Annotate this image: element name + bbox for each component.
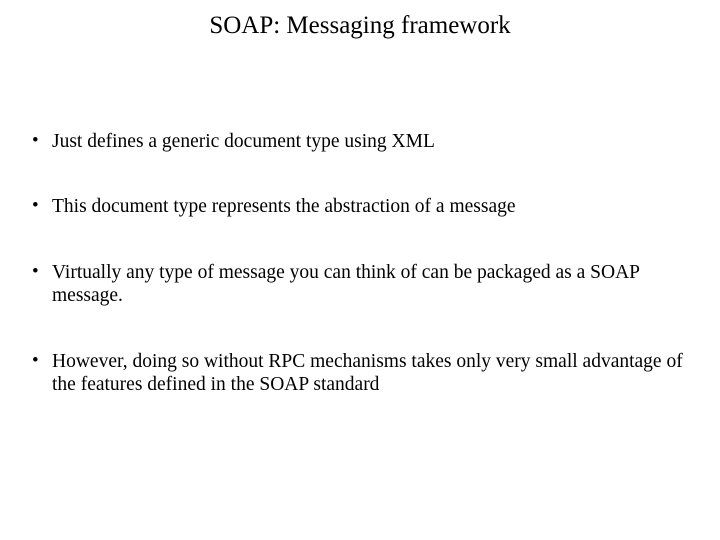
slide: SOAP: Messaging framework Just defines a… (0, 0, 720, 540)
list-item: Just defines a generic document type usi… (32, 130, 700, 153)
slide-title: SOAP: Messaging framework (20, 12, 700, 40)
list-item: Virtually any type of message you can th… (32, 261, 700, 308)
list-item: This document type represents the abstra… (32, 195, 700, 218)
list-item: However, doing so without RPC mechanisms… (32, 350, 700, 397)
bullet-list: Just defines a generic document type usi… (20, 130, 700, 396)
